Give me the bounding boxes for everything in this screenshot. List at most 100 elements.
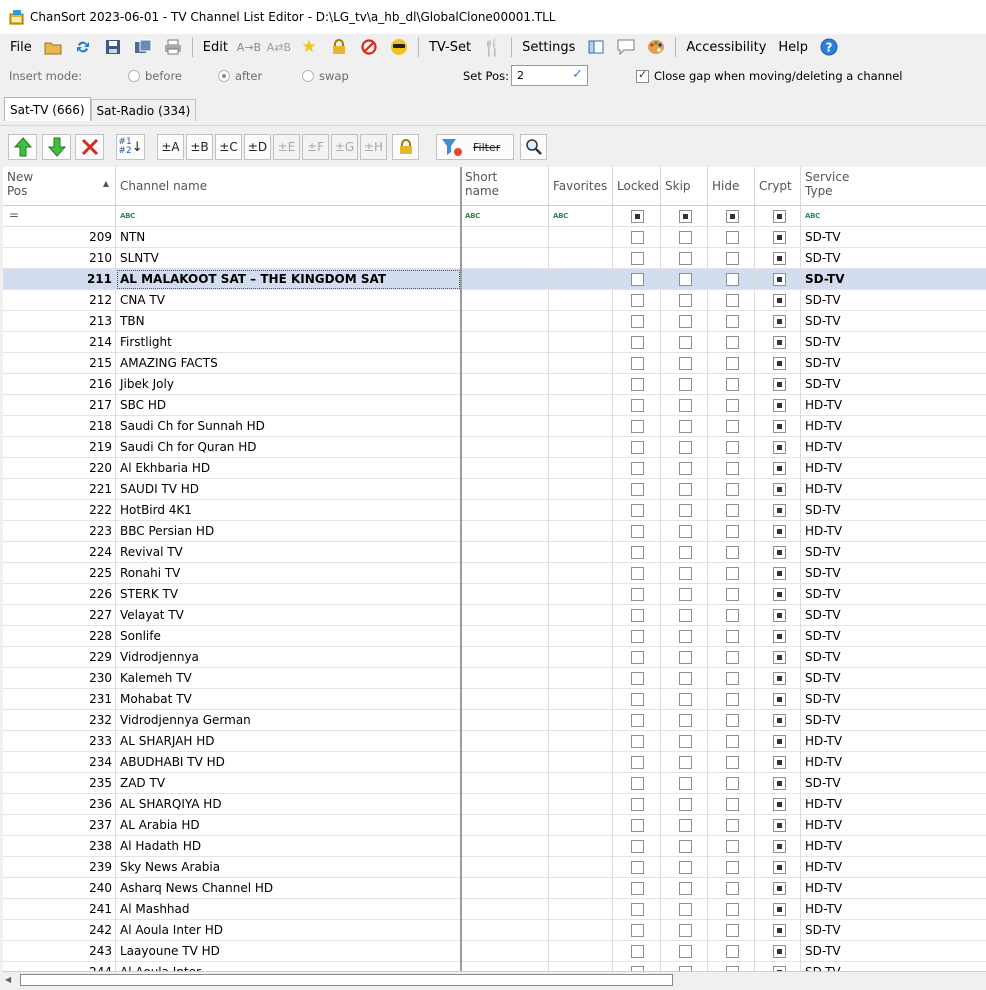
cell-newpos[interactable]: 225 bbox=[3, 563, 116, 584]
cell-service-type[interactable]: SD-TV bbox=[801, 353, 986, 374]
cell-favorites[interactable] bbox=[549, 458, 613, 479]
cell-crypt-checkbox[interactable] bbox=[773, 882, 786, 895]
cell-skip-checkbox[interactable] bbox=[679, 567, 692, 580]
cell-locked-checkbox[interactable] bbox=[631, 693, 644, 706]
col-service[interactable]: Service Type bbox=[801, 167, 986, 206]
cell-crypt-checkbox[interactable] bbox=[773, 504, 786, 517]
cell-locked-checkbox[interactable] bbox=[631, 378, 644, 391]
cell-crypt-checkbox[interactable] bbox=[773, 819, 786, 832]
cell-favorites[interactable] bbox=[549, 626, 613, 647]
cell-newpos[interactable]: 237 bbox=[3, 815, 116, 836]
cell-newpos[interactable]: 220 bbox=[3, 458, 116, 479]
table-row[interactable]: 227 Velayat TV SD-TV bbox=[3, 605, 986, 626]
cell-newpos[interactable]: 243 bbox=[3, 941, 116, 962]
cell-hide-checkbox[interactable] bbox=[726, 546, 739, 559]
menu-edit[interactable]: Edit bbox=[197, 40, 234, 55]
menu-file[interactable]: File bbox=[4, 40, 38, 55]
filter-name[interactable]: ABC bbox=[116, 206, 461, 227]
table-row[interactable]: 218 Saudi Ch for Sunnah HD HD-TV bbox=[3, 416, 986, 437]
cell-newpos[interactable]: 234 bbox=[3, 752, 116, 773]
cell-locked-checkbox[interactable] bbox=[631, 924, 644, 937]
cell-hide-checkbox[interactable] bbox=[726, 756, 739, 769]
cell-crypt-checkbox[interactable] bbox=[773, 756, 786, 769]
cell-newpos[interactable]: 222 bbox=[3, 500, 116, 521]
cell-hide-checkbox[interactable] bbox=[726, 735, 739, 748]
cell-channel-name[interactable]: BBC Persian HD bbox=[116, 521, 461, 542]
move-down-button[interactable] bbox=[42, 134, 71, 160]
save-icon[interactable] bbox=[98, 35, 128, 59]
cell-short-name[interactable] bbox=[461, 458, 549, 479]
table-row[interactable]: 235 ZAD TV SD-TV bbox=[3, 773, 986, 794]
cell-channel-name[interactable]: Al Ekhbaria HD bbox=[116, 458, 461, 479]
cell-channel-name[interactable]: AL MALAKOOT SAT – THE KINGDOM SAT bbox=[116, 269, 461, 290]
hide-icon[interactable] bbox=[384, 35, 414, 59]
lock-button[interactable] bbox=[392, 134, 419, 160]
cell-channel-name[interactable]: Al Aoula Inter bbox=[116, 962, 461, 971]
table-row[interactable]: 237 AL Arabia HD HD-TV bbox=[3, 815, 986, 836]
cell-channel-name[interactable]: TBN bbox=[116, 311, 461, 332]
cell-service-type[interactable]: SD-TV bbox=[801, 689, 986, 710]
cell-newpos[interactable]: 218 bbox=[3, 416, 116, 437]
cell-newpos[interactable]: 213 bbox=[3, 311, 116, 332]
cell-hide-checkbox[interactable] bbox=[726, 441, 739, 454]
cell-channel-name[interactable]: Asharq News Channel HD bbox=[116, 878, 461, 899]
setpos-input[interactable]: 2 ✓ bbox=[511, 65, 588, 86]
cell-service-type[interactable]: HD-TV bbox=[801, 899, 986, 920]
cell-hide-checkbox[interactable] bbox=[726, 924, 739, 937]
table-row[interactable]: 226 STERK TV SD-TV bbox=[3, 584, 986, 605]
table-row[interactable]: 239 Sky News Arabia HD-TV bbox=[3, 857, 986, 878]
cell-service-type[interactable]: HD-TV bbox=[801, 416, 986, 437]
tab-sat-tv[interactable]: Sat-TV (666) bbox=[4, 97, 91, 121]
cell-crypt-checkbox[interactable] bbox=[773, 798, 786, 811]
cell-hide-checkbox[interactable] bbox=[726, 714, 739, 727]
cell-hide-checkbox[interactable] bbox=[726, 588, 739, 601]
cell-newpos[interactable]: 219 bbox=[3, 437, 116, 458]
cell-skip-checkbox[interactable] bbox=[679, 924, 692, 937]
cell-skip-checkbox[interactable] bbox=[679, 231, 692, 244]
cell-channel-name[interactable]: Saudi Ch for Sunnah HD bbox=[116, 416, 461, 437]
cell-skip-checkbox[interactable] bbox=[679, 735, 692, 748]
cell-service-type[interactable]: SD-TV bbox=[801, 332, 986, 353]
cell-newpos[interactable]: 224 bbox=[3, 542, 116, 563]
cell-short-name[interactable] bbox=[461, 290, 549, 311]
cell-service-type[interactable]: SD-TV bbox=[801, 584, 986, 605]
filter-skip[interactable] bbox=[661, 206, 708, 227]
cell-channel-name[interactable]: Firstlight bbox=[116, 332, 461, 353]
cell-short-name[interactable] bbox=[461, 836, 549, 857]
cell-newpos[interactable]: 211 bbox=[3, 269, 116, 290]
cell-favorites[interactable] bbox=[549, 479, 613, 500]
cell-short-name[interactable] bbox=[461, 815, 549, 836]
cell-hide-checkbox[interactable] bbox=[726, 609, 739, 622]
filter-button[interactable]: Filter bbox=[436, 134, 514, 160]
cell-short-name[interactable] bbox=[461, 332, 549, 353]
cell-favorites[interactable] bbox=[549, 269, 613, 290]
cell-short-name[interactable] bbox=[461, 479, 549, 500]
cell-skip-checkbox[interactable] bbox=[679, 651, 692, 664]
cell-short-name[interactable] bbox=[461, 962, 549, 971]
cell-hide-checkbox[interactable] bbox=[726, 504, 739, 517]
cell-favorites[interactable] bbox=[549, 794, 613, 815]
cell-locked-checkbox[interactable] bbox=[631, 231, 644, 244]
checkmark-icon[interactable]: ✓ bbox=[572, 67, 583, 82]
cell-short-name[interactable] bbox=[461, 416, 549, 437]
table-row[interactable]: 233 AL SHARJAH HD HD-TV bbox=[3, 731, 986, 752]
radio-after[interactable] bbox=[218, 70, 230, 82]
cell-hide-checkbox[interactable] bbox=[726, 903, 739, 916]
cell-crypt-checkbox[interactable] bbox=[773, 378, 786, 391]
cell-favorites[interactable] bbox=[549, 227, 613, 248]
cell-channel-name[interactable]: Mohabat TV bbox=[116, 689, 461, 710]
cell-channel-name[interactable]: STERK TV bbox=[116, 584, 461, 605]
cell-channel-name[interactable]: Vidrodjennya bbox=[116, 647, 461, 668]
cell-newpos[interactable]: 233 bbox=[3, 731, 116, 752]
cell-newpos[interactable]: 241 bbox=[3, 899, 116, 920]
cell-service-type[interactable]: SD-TV bbox=[801, 542, 986, 563]
table-row[interactable]: 209 NTN SD-TV bbox=[3, 227, 986, 248]
cell-skip-checkbox[interactable] bbox=[679, 399, 692, 412]
help-icon[interactable]: ? bbox=[814, 35, 844, 59]
cell-skip-checkbox[interactable] bbox=[679, 525, 692, 538]
table-row[interactable]: 230 Kalemeh TV SD-TV bbox=[3, 668, 986, 689]
cell-locked-checkbox[interactable] bbox=[631, 588, 644, 601]
cell-locked-checkbox[interactable] bbox=[631, 273, 644, 286]
cell-newpos[interactable]: 210 bbox=[3, 248, 116, 269]
cell-locked-checkbox[interactable] bbox=[631, 315, 644, 328]
